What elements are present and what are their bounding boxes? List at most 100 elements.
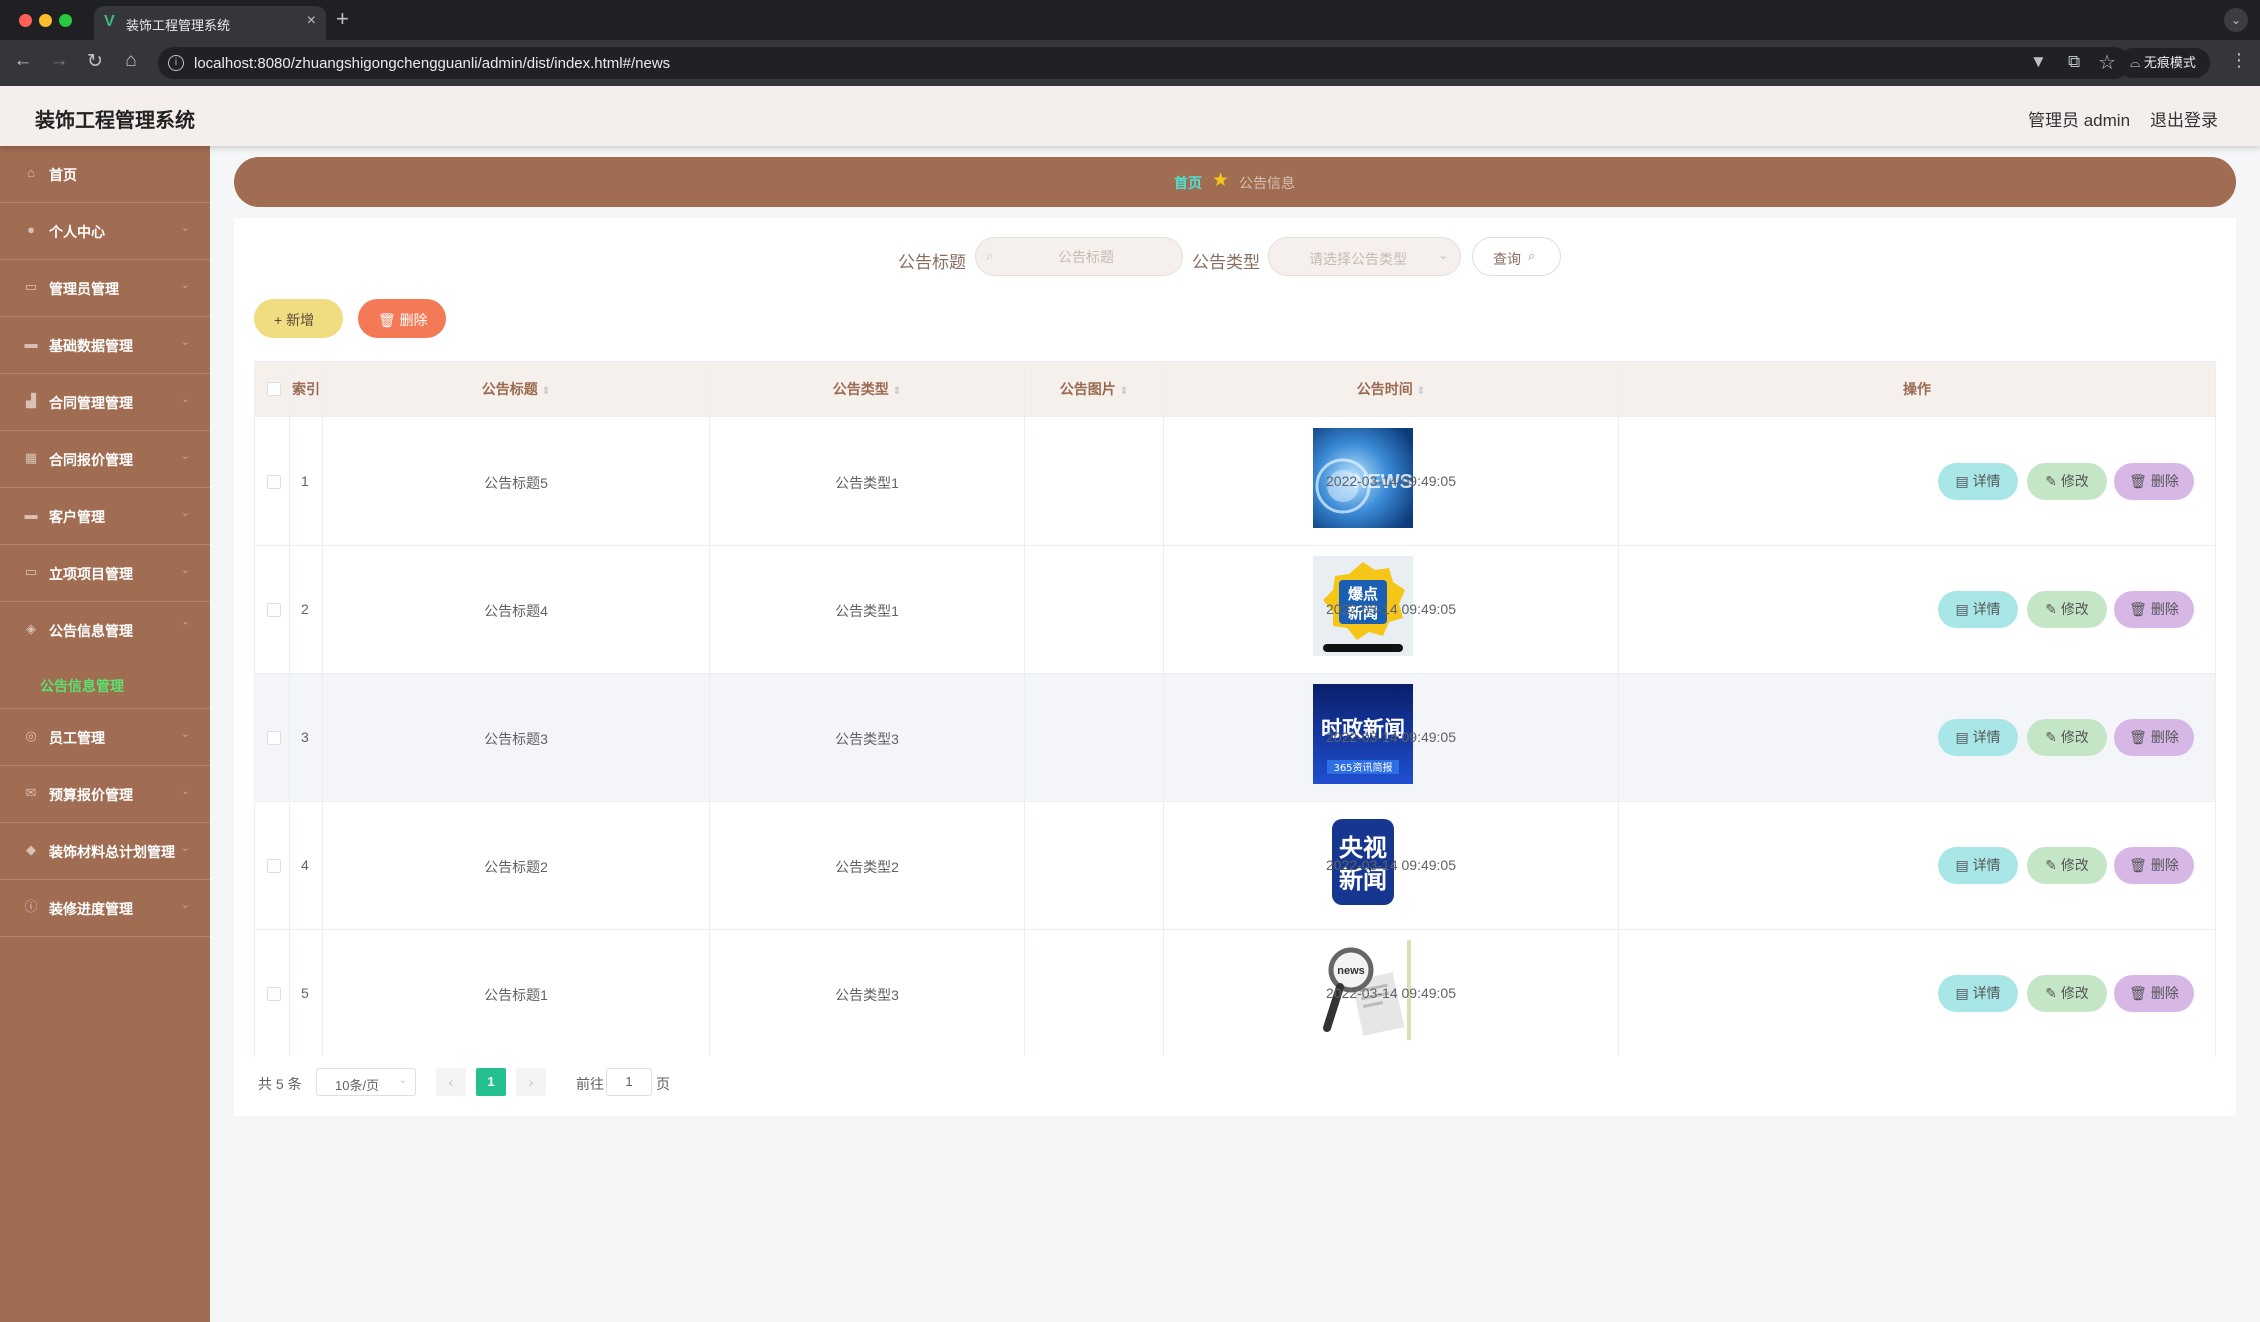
sidebar-item-budget[interactable]: ✉ 预算报价管理 ⌄ bbox=[0, 766, 210, 823]
detail-button-label: 详情 bbox=[1972, 473, 2001, 489]
maximize-window-icon[interactable] bbox=[59, 14, 72, 27]
row-delete-button-label: 删除 bbox=[2150, 601, 2179, 617]
prev-page-button[interactable]: ‹ bbox=[436, 1068, 466, 1096]
vue-devtools-icon[interactable]: ▼ bbox=[2030, 52, 2047, 72]
edit-button-label: 修改 bbox=[2060, 857, 2089, 873]
sidebar-item-profile[interactable]: ● 个人中心 ⌄ bbox=[0, 203, 210, 260]
header-title[interactable]: 公告标题 ⇕ bbox=[323, 362, 709, 417]
sort-icon[interactable]: ⇕ bbox=[893, 386, 901, 397]
document-icon: ▤ bbox=[1955, 729, 1973, 745]
reload-icon[interactable]: ↻ bbox=[83, 50, 107, 73]
row-time: 2022-03-14 09:49:05 bbox=[1326, 473, 1456, 489]
header-image-label: 公告图片 bbox=[1059, 381, 1116, 397]
table-row: 4 公告标题2 公告类型2 央视 新闻 2022-03-14 09:49:05 … bbox=[255, 802, 2215, 930]
sidebar-item-admins[interactable]: ▭ 管理员管理 ⌄ bbox=[0, 260, 210, 317]
row-type: 公告类型3 bbox=[835, 987, 899, 1003]
chevron-down-icon: ⌄ bbox=[180, 564, 190, 576]
batch-delete-button[interactable]: 🗑 删除 bbox=[358, 299, 446, 338]
header-type[interactable]: 公告类型 ⇕ bbox=[710, 362, 1024, 417]
row-delete-button[interactable]: 🗑 删除 bbox=[2114, 975, 2194, 1012]
pencil-icon: ✎ bbox=[2045, 729, 2061, 745]
title-search-field[interactable]: ⌕ bbox=[975, 237, 1183, 276]
row-delete-button[interactable]: 🗑 删除 bbox=[2114, 719, 2194, 756]
sidebar-item-basic-data[interactable]: ▬ 基础数据管理 ⌄ bbox=[0, 317, 210, 374]
sort-icon[interactable]: ⇕ bbox=[542, 386, 550, 397]
incognito-badge[interactable]: ⌓ 无痕模式 bbox=[2118, 48, 2210, 78]
detail-button[interactable]: ▤ 详情 bbox=[1938, 591, 2018, 628]
logout-link[interactable]: 退出登录 bbox=[2150, 106, 2218, 131]
edit-button[interactable]: ✎ 修改 bbox=[2027, 719, 2107, 756]
sidebar-item-progress[interactable]: ⓘ 装修进度管理 ⌄ bbox=[0, 880, 210, 937]
sort-icon[interactable]: ⇕ bbox=[1417, 386, 1425, 397]
edit-button[interactable]: ✎ 修改 bbox=[2027, 591, 2107, 628]
row-checkbox[interactable] bbox=[267, 475, 281, 489]
row-checkbox[interactable] bbox=[267, 731, 281, 745]
tab-search-icon[interactable]: ⌄ bbox=[2224, 8, 2248, 32]
sidebar-item-announcements[interactable]: ◈ 公告信息管理 ⌃ bbox=[0, 602, 210, 659]
next-page-button[interactable]: › bbox=[516, 1068, 546, 1096]
table-row: 2 公告标题4 公告类型1 爆点 新闻 2022-03-14 09:49:05 … bbox=[255, 546, 2215, 674]
url-field[interactable]: i localhost:8080/zhuangshigongchengguanl… bbox=[158, 47, 2130, 79]
edit-button[interactable]: ✎ 修改 bbox=[2027, 975, 2107, 1012]
row-delete-button[interactable]: 🗑 删除 bbox=[2114, 847, 2194, 884]
sort-icon[interactable]: ⇕ bbox=[1120, 386, 1128, 397]
sidebar-item-customers[interactable]: ▬ 客户管理 ⌄ bbox=[0, 488, 210, 545]
sidebar-item-home[interactable]: ⌂ 首页 bbox=[0, 146, 210, 203]
browser-tabbar: V 装饰工程管理系统 × + ⌄ bbox=[0, 0, 2260, 40]
header-image[interactable]: 公告图片 ⇕ bbox=[1025, 362, 1163, 417]
site-info-icon[interactable]: i bbox=[168, 55, 184, 71]
row-title: 公告标题2 bbox=[484, 859, 548, 875]
forward-icon[interactable]: → bbox=[47, 50, 71, 72]
sidebar-subitem-announcements[interactable]: 公告信息管理 bbox=[0, 659, 210, 709]
page-number-current[interactable]: 1 bbox=[476, 1068, 506, 1096]
new-tab-icon[interactable]: + bbox=[336, 6, 349, 32]
row-delete-button[interactable]: 🗑 删除 bbox=[2114, 591, 2194, 628]
minimize-window-icon[interactable] bbox=[39, 14, 52, 27]
breadcrumb-home-link[interactable]: 首页 bbox=[1174, 173, 1202, 193]
select-all-checkbox[interactable] bbox=[267, 382, 281, 396]
trash-icon: 🗑 bbox=[2129, 601, 2151, 617]
row-time: 2022-03-14 09:49:05 bbox=[1326, 729, 1456, 745]
detail-button[interactable]: ▤ 详情 bbox=[1938, 847, 2018, 884]
title-search-input[interactable] bbox=[1006, 246, 1166, 268]
sidebar-item-employees[interactable]: ◎ 员工管理 ⌄ bbox=[0, 709, 210, 766]
sidebar-item-contracts[interactable]: ▟ 合同管理管理 ⌄ bbox=[0, 374, 210, 431]
row-index: 1 bbox=[301, 473, 309, 489]
row-checkbox[interactable] bbox=[267, 859, 281, 873]
sidebar-item-contract-quotes[interactable]: ▦ 合同报价管理 ⌄ bbox=[0, 431, 210, 488]
document-icon: ▤ bbox=[1955, 985, 1973, 1001]
home-browser-icon[interactable]: ⌂ bbox=[119, 50, 143, 72]
detail-button[interactable]: ▤ 详情 bbox=[1938, 975, 2018, 1012]
bookmark-star-icon[interactable]: ☆ bbox=[2098, 50, 2116, 75]
sidebar-item-materials[interactable]: ◆ 装饰材料总计划管理 ⌄ bbox=[0, 823, 210, 880]
add-button[interactable]: + 新增 bbox=[254, 299, 343, 338]
table-row: 1 公告标题5 公告类型1 NEWS 2022-03-14 09:49:05 ▤… bbox=[255, 418, 2215, 546]
page-size-select[interactable]: 10条/页 ⌄ bbox=[316, 1068, 416, 1096]
close-window-icon[interactable] bbox=[19, 14, 32, 27]
pencil-icon: ✎ bbox=[2045, 857, 2061, 873]
close-tab-icon[interactable]: × bbox=[307, 12, 316, 30]
edit-button[interactable]: ✎ 修改 bbox=[2027, 847, 2107, 884]
goto-page-input[interactable]: 1 bbox=[606, 1068, 652, 1096]
browser-tab[interactable]: V 装饰工程管理系统 × bbox=[94, 6, 326, 40]
chevron-down-icon: ⌄ bbox=[180, 899, 190, 911]
query-button[interactable]: 查询 ⌕ bbox=[1472, 237, 1561, 276]
row-delete-button[interactable]: 🗑 删除 bbox=[2114, 463, 2194, 500]
detail-button[interactable]: ▤ 详情 bbox=[1938, 719, 2018, 756]
edit-button[interactable]: ✎ 修改 bbox=[2027, 463, 2107, 500]
row-checkbox[interactable] bbox=[267, 603, 281, 617]
browser-menu-icon[interactable]: ⋮ bbox=[2230, 50, 2248, 71]
header-title-label: 公告标题 bbox=[481, 381, 538, 397]
sidebar-item-projects[interactable]: ▭ 立项项目管理 ⌄ bbox=[0, 545, 210, 602]
detail-button[interactable]: ▤ 详情 bbox=[1938, 463, 2018, 500]
announcement-table: 索引 公告标题 ⇕ 公告类型 ⇕ 公告图片 ⇕ 公告时间 ⇕ 操作 1 公告标题5 公告… bbox=[254, 361, 2216, 1058]
row-checkbox[interactable] bbox=[267, 987, 281, 1001]
table-row: 5 公告标题1 公告类型3 news 2022-03-14 09:49:05 ▤… bbox=[255, 930, 2215, 1058]
header-time[interactable]: 公告时间 ⇕ bbox=[1164, 362, 1618, 417]
type-select[interactable]: 请选择公告类型 ⌄ bbox=[1268, 237, 1461, 276]
extensions-icon[interactable]: ⧉ bbox=[2068, 52, 2080, 72]
title-search-label: 公告标题 bbox=[898, 253, 966, 272]
back-icon[interactable]: ← bbox=[11, 50, 35, 72]
monitor-icon: ▭ bbox=[24, 564, 38, 579]
row-time: 2022-03-14 09:49:05 bbox=[1326, 985, 1456, 1001]
